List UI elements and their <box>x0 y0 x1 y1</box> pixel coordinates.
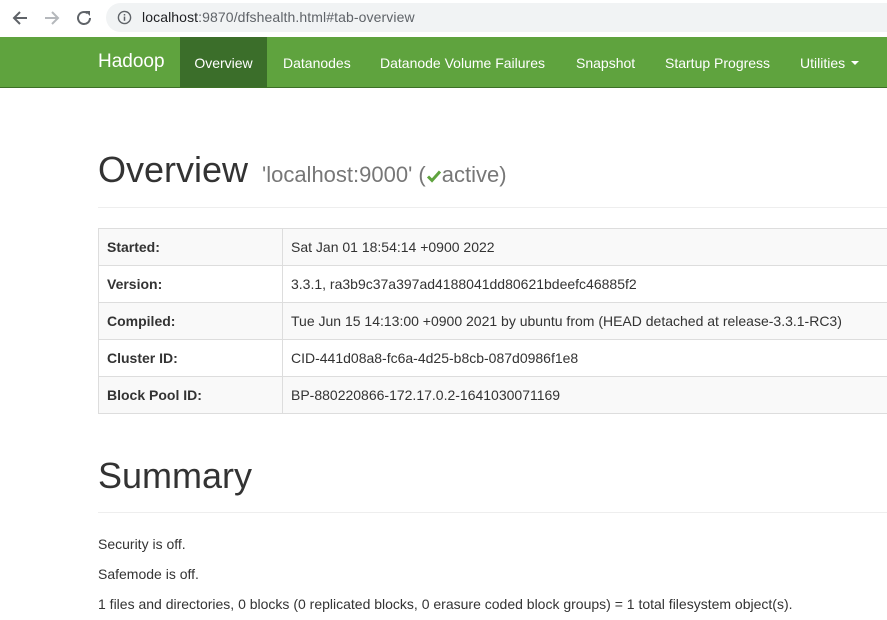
caret-down-icon <box>851 61 860 66</box>
info-icon[interactable] <box>117 10 132 25</box>
paren-close: ) <box>499 162 507 187</box>
tab-datanode-volume-failures[interactable]: Datanode Volume Failures <box>380 37 545 87</box>
row-value-version: 3.3.1, ra3b9c37a397ad4188041dd80621bdeef… <box>282 265 887 303</box>
row-label-compiled: Compiled: <box>98 302 283 340</box>
overview-header: Overview 'localhost:9000' ( active) <box>98 150 887 208</box>
back-button[interactable] <box>8 6 32 30</box>
summary-title: Summary <box>98 455 253 496</box>
forward-button[interactable] <box>40 6 64 30</box>
row-value-cluster-id: CID-441d08a8-fc6a-4d25-b8cb-087d0986f1e8 <box>282 339 887 377</box>
check-icon <box>426 170 441 183</box>
filesystem-objects-text: 1 files and directories, 0 blocks (0 rep… <box>98 596 793 612</box>
top-navbar: Hadoop Overview Datanodes Datanode Volum… <box>0 37 887 88</box>
browser-toolbar: localhost:9870/dfshealth.html#tab-overvi… <box>0 0 887 36</box>
brand-logo[interactable]: Hadoop <box>98 37 165 87</box>
tab-startup-progress[interactable]: Startup Progress <box>665 37 770 87</box>
row-label-block-pool-id: Block Pool ID: <box>98 376 283 414</box>
safemode-status-text: Safemode is off. <box>98 566 199 582</box>
forward-arrow-icon <box>45 11 60 25</box>
tab-utilities[interactable]: Utilities <box>800 37 860 87</box>
url-host: localhost <box>142 9 199 25</box>
tab-snapshot[interactable]: Snapshot <box>576 37 635 87</box>
back-arrow-icon <box>12 11 27 25</box>
table-row: Cluster ID: CID-441d08a8-fc6a-4d25-b8cb-… <box>98 339 887 377</box>
summary-header: Summary <box>98 452 887 513</box>
tab-overview[interactable]: Overview <box>180 37 267 87</box>
status-badge: active <box>441 162 500 187</box>
row-value-block-pool-id: BP-880220866-172.17.0.2-1641030071169 <box>282 376 887 414</box>
row-label-started: Started: <box>98 228 283 266</box>
paren-open: ( <box>418 162 426 187</box>
tab-datanodes[interactable]: Datanodes <box>283 37 351 87</box>
url-text[interactable]: localhost:9870/dfshealth.html#tab-overvi… <box>142 9 415 25</box>
page-title: Overview <box>98 149 249 190</box>
row-label-cluster-id: Cluster ID: <box>98 339 283 377</box>
utilities-label: Utilities <box>800 55 846 71</box>
row-label-version: Version: <box>98 265 283 303</box>
overview-info-table: Started: Sat Jan 01 18:54:14 +0900 2022 … <box>98 228 887 414</box>
row-value-compiled: Tue Jun 15 14:13:00 +0900 2021 by ubuntu… <box>282 302 887 340</box>
table-row: Version: 3.3.1, ra3b9c37a397ad4188041dd8… <box>98 265 887 303</box>
address-bar[interactable]: localhost:9870/dfshealth.html#tab-overvi… <box>106 3 887 32</box>
security-status-text: Security is off. <box>98 536 186 552</box>
table-row: Compiled: Tue Jun 15 14:13:00 +0900 2021… <box>98 302 887 340</box>
namenode-address: 'localhost:9000' ( active) <box>262 160 507 190</box>
host-text: 'localhost:9000' <box>262 162 413 187</box>
url-path: :9870/dfshealth.html#tab-overview <box>198 9 415 25</box>
reload-button[interactable] <box>72 6 96 30</box>
table-row: Block Pool ID: BP-880220866-172.17.0.2-1… <box>98 376 887 414</box>
row-value-started: Sat Jan 01 18:54:14 +0900 2022 <box>282 228 887 266</box>
table-row: Started: Sat Jan 01 18:54:14 +0900 2022 <box>98 228 887 266</box>
reload-icon <box>77 11 91 25</box>
